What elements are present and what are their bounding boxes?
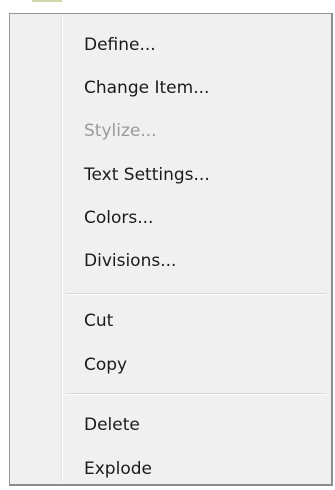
menu-item-label: Stylize...: [84, 121, 157, 141]
menu-separator: [66, 293, 326, 295]
menu-item-label: Copy: [84, 355, 128, 375]
menu-item-label: Define...: [84, 35, 156, 55]
menu-separator: [66, 393, 326, 395]
context-menu: Define... Change Item... Stylize... Text…: [9, 13, 333, 486]
menu-item-text-settings[interactable]: Text Settings...: [13, 156, 328, 196]
menu-item-label: Cut: [84, 311, 114, 331]
menu-item-change-item[interactable]: Change Item...: [13, 69, 328, 109]
menu-item-delete[interactable]: Delete: [13, 406, 328, 446]
menu-item-cut[interactable]: Cut: [13, 302, 328, 342]
menu-item-label: Text Settings...: [84, 165, 210, 185]
menu-item-label: Change Item...: [84, 78, 210, 98]
menu-item-colors[interactable]: Colors...: [13, 199, 328, 239]
background-strip: [0, 0, 335, 14]
menu-item-define[interactable]: Define...: [13, 26, 328, 66]
menu-item-label: Colors...: [84, 208, 154, 228]
menu-item-explode[interactable]: Explode: [13, 450, 328, 490]
menu-item-divisions[interactable]: Divisions...: [13, 242, 328, 282]
menu-item-stylize: Stylize...: [13, 112, 328, 152]
menu-item-label: Explode: [84, 459, 152, 479]
menu-item-label: Divisions...: [84, 251, 177, 271]
parent-window-edge: [32, 0, 62, 2]
menu-item-copy[interactable]: Copy: [13, 346, 328, 386]
menu-item-label: Delete: [84, 415, 140, 435]
